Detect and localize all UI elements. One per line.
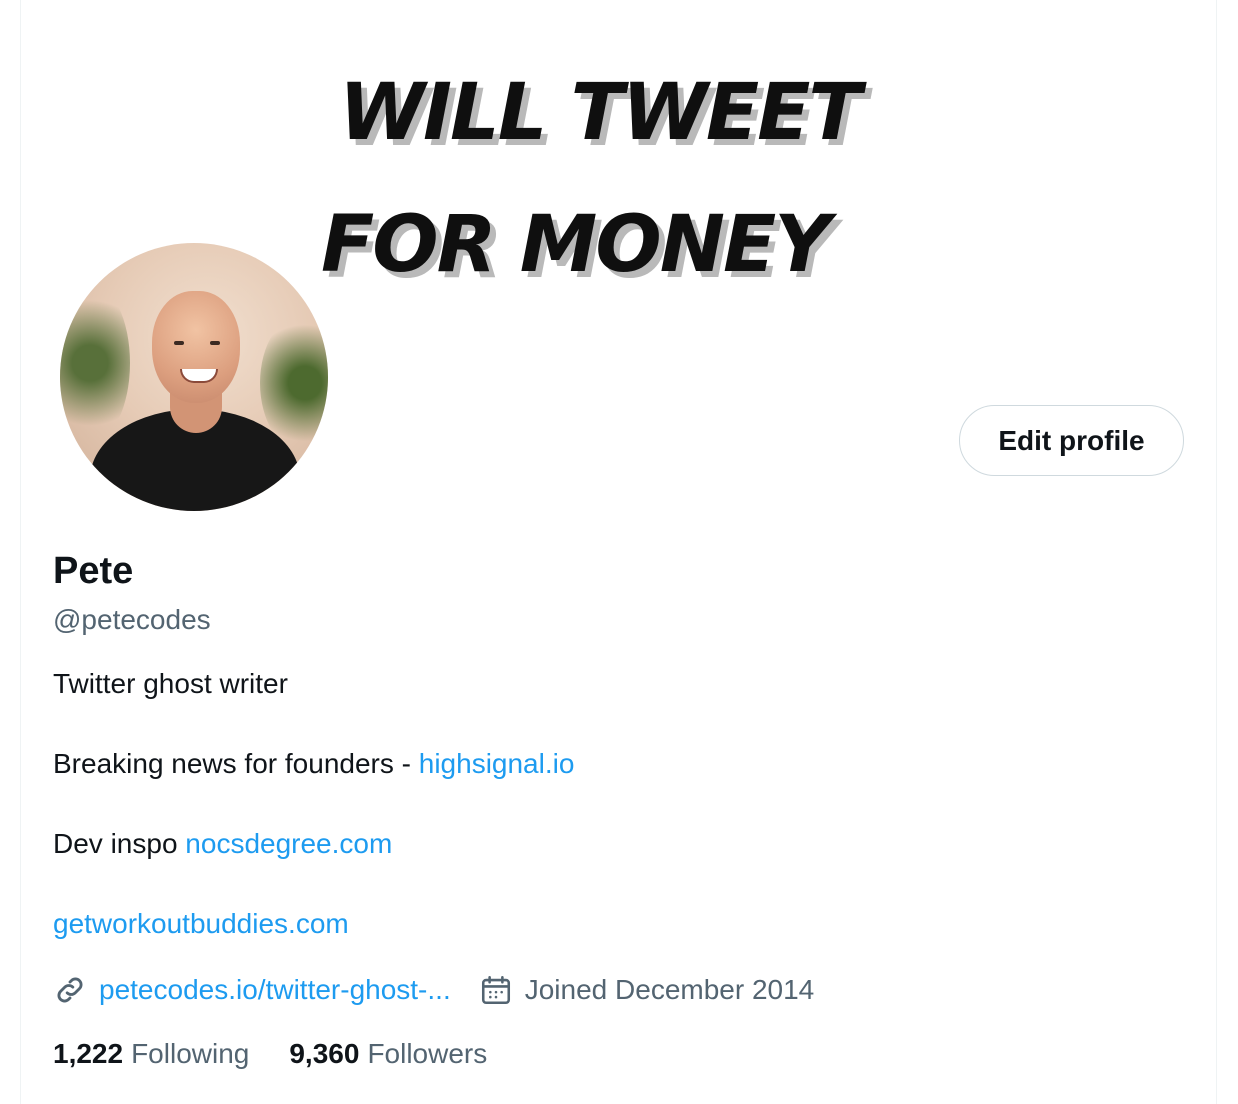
bio-link-nocsdegree[interactable]: nocsdegree.com (185, 828, 392, 859)
joined-date: Joined December 2014 (524, 974, 815, 1005)
banner-text-line-1: WILL TWEET (339, 68, 862, 158)
website-link[interactable]: petecodes.io/twitter-ghost-... (99, 974, 451, 1006)
profile-bio: Twitter ghost writer Breaking news for f… (53, 664, 574, 944)
bio-link-highsignal[interactable]: highsignal.io (419, 748, 575, 779)
avatar-photo (60, 243, 328, 511)
bio-text: Dev inspo (53, 828, 186, 859)
followers-count: 9,360 (289, 1038, 360, 1069)
website-item: petecodes.io/twitter-ghost-... (53, 973, 451, 1007)
followers-label: Followers (367, 1038, 488, 1069)
photo-eye (174, 341, 184, 345)
display-name: Pete (53, 550, 134, 592)
bio-line-4: getworkoutbuddies.com (53, 904, 574, 944)
following-count: 1,222 (53, 1038, 124, 1069)
banner-text-line-2: FOR MONEY (321, 200, 831, 290)
photo-plant-left (60, 283, 130, 443)
bio-text: Twitter ghost writer (53, 668, 288, 699)
bio-text: Breaking news for founders - (53, 748, 419, 779)
follow-stats: 1,222 Following 9,360 Followers (53, 1038, 527, 1070)
photo-eye (210, 341, 220, 345)
username-handle: @petecodes (53, 604, 211, 635)
bio-line-3: Dev inspo nocsdegree.com (53, 824, 574, 864)
bio-line-1: Twitter ghost writer (53, 664, 574, 704)
following-stat[interactable]: 1,222 Following (53, 1038, 249, 1070)
profile-meta: petecodes.io/twitter-ghost-... Joined De… (53, 970, 842, 1010)
bio-line-2: Breaking news for founders - highsignal.… (53, 744, 574, 784)
bio-link-getworkoutbuddies[interactable]: getworkoutbuddies.com (53, 908, 349, 939)
followers-stat[interactable]: 9,360 Followers (289, 1038, 487, 1070)
joined-item: Joined December 2014 (479, 973, 815, 1007)
edit-profile-button[interactable]: Edit profile (959, 405, 1184, 476)
avatar[interactable] (56, 239, 332, 515)
calendar-icon (479, 973, 513, 1007)
following-label: Following (131, 1038, 250, 1069)
link-icon (53, 973, 87, 1007)
photo-head (152, 291, 240, 403)
